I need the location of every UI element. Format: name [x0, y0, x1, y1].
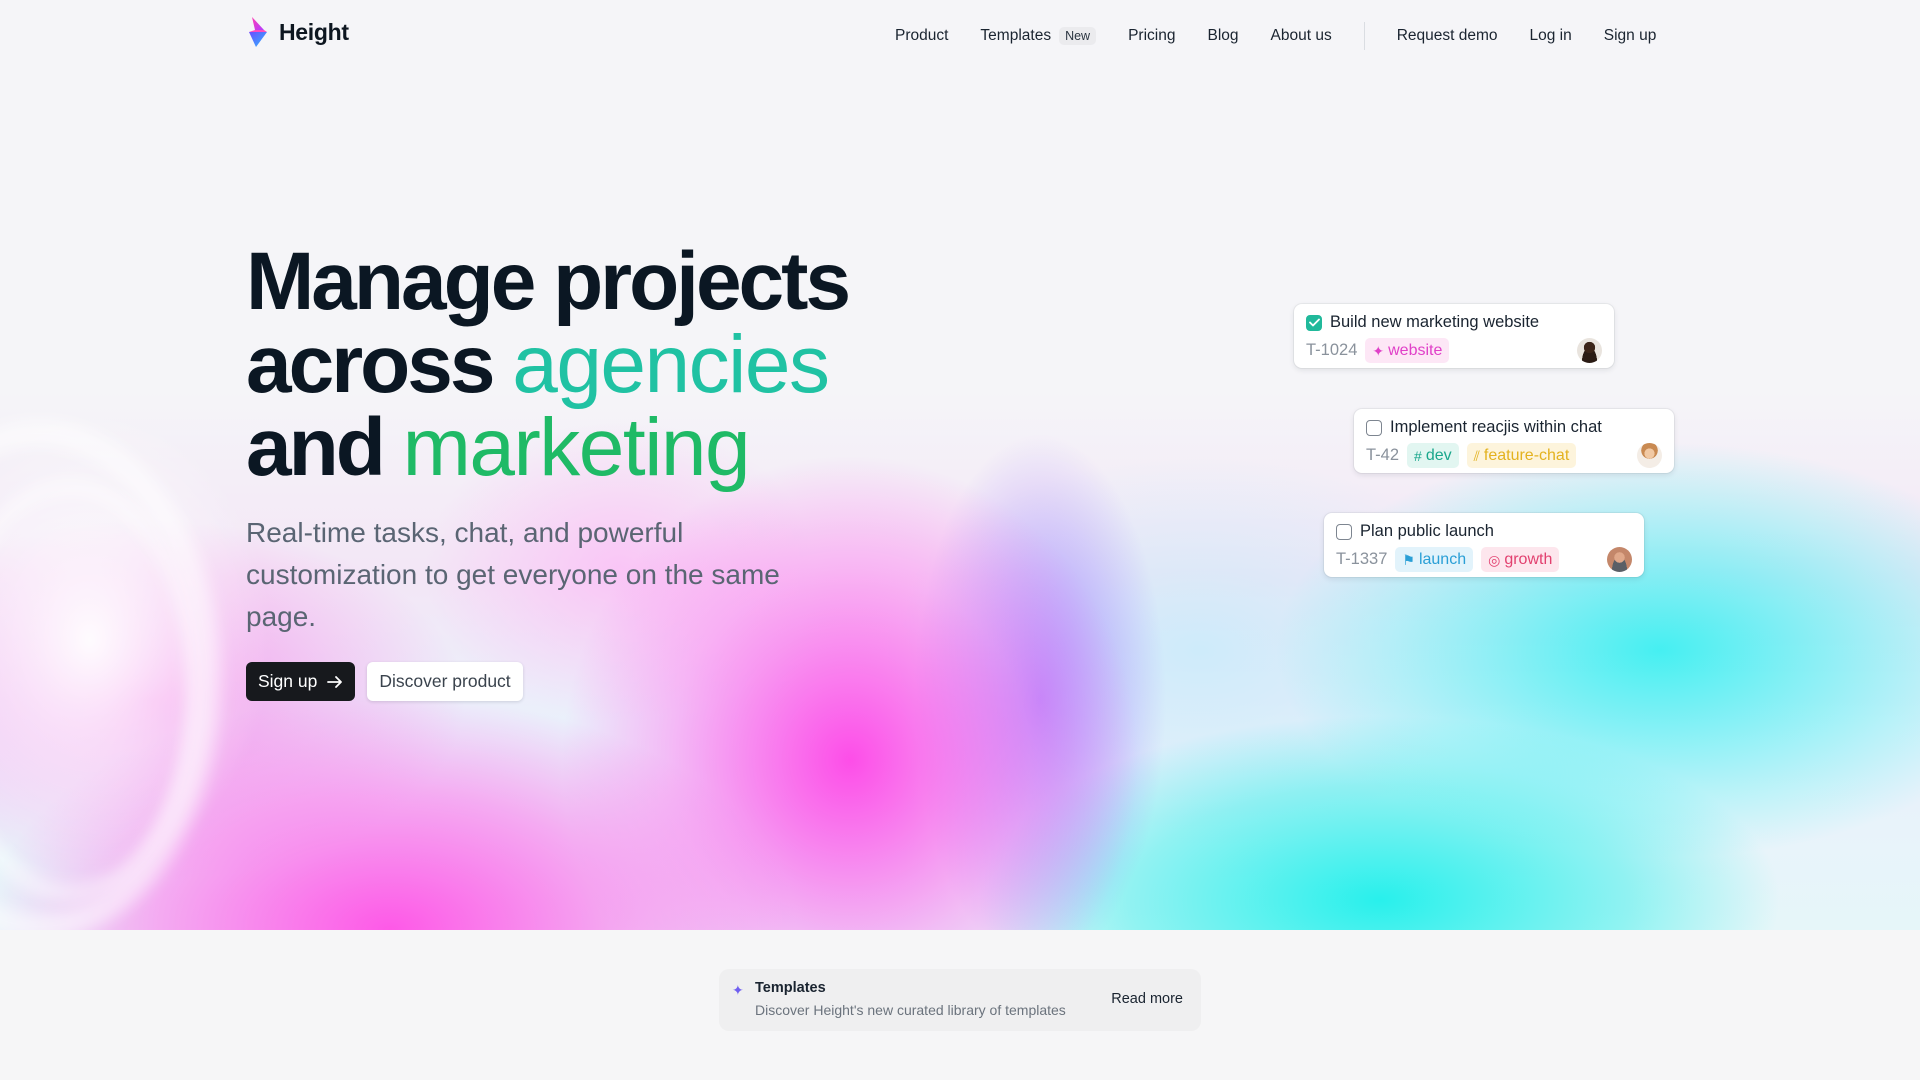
task-title: Implement reacjis within chat [1390, 418, 1602, 436]
flag-icon: ⚑ [1402, 551, 1415, 568]
nav-links: Product Templates New Pricing Blog About… [895, 22, 1656, 50]
signup-button[interactable]: Sign up [246, 662, 356, 701]
nav-request-demo-link[interactable]: Request demo [1397, 27, 1498, 45]
checkbox-checked-icon[interactable] [1306, 314, 1322, 331]
slashes-icon: ⫽ [1473, 447, 1480, 464]
banner-description: Discover Height's new curated library of… [755, 1002, 1066, 1018]
nav-pricing-link[interactable]: Pricing [1128, 27, 1175, 45]
nav-blog-link[interactable]: Blog [1207, 27, 1238, 45]
hero-section: Height Product Templates New Pricing Blo… [0, 0, 1920, 930]
arrow-right-icon [327, 675, 343, 688]
task-title: Plan public launch [1360, 522, 1494, 540]
nav-signup-link[interactable]: Sign up [1604, 27, 1657, 45]
avatar[interactable] [1637, 443, 1662, 468]
tag-label: dev [1425, 446, 1452, 464]
task-title: Build new marketing website [1330, 313, 1540, 331]
headline-word-agencies: agencies [512, 319, 830, 410]
templates-banner[interactable]: ✦ Templates Discover Height's new curate… [719, 969, 1201, 1031]
headline-line-1: Manage projects [246, 236, 851, 327]
headline-line-2: across agencies [246, 323, 848, 406]
task-meta-row: T-42 # dev ⫽ feature-chat [1366, 443, 1662, 468]
hash-icon: # [1414, 447, 1422, 464]
nav-divider [1363, 22, 1365, 50]
nav-about-link[interactable]: About us [1271, 27, 1332, 45]
nav-templates-label: Templates [980, 27, 1052, 44]
tag-label: website [1388, 341, 1443, 359]
top-navigation: Height Product Templates New Pricing Blo… [0, 0, 1920, 66]
task-id: T-1337 [1336, 550, 1388, 568]
task-meta-row: T-1024 ✦ website [1306, 338, 1602, 363]
hero-subcopy: Real-time tasks, chat, and powerful cust… [246, 517, 780, 632]
task-card[interactable]: Plan public launch T-1337 ⚑ launch ◎ gro… [1324, 513, 1644, 577]
new-badge: New [1059, 27, 1097, 45]
banner-title: Templates [755, 980, 826, 996]
discover-product-label: Discover product [379, 671, 511, 691]
task-title-row: Plan public launch [1336, 522, 1632, 541]
task-title-row: Implement reacjis within chat [1366, 418, 1662, 437]
tag-feature-chat[interactable]: ⫽ feature-chat [1466, 443, 1577, 468]
task-card[interactable]: Implement reacjis within chat T-42 # dev… [1354, 409, 1674, 473]
checkbox-icon[interactable] [1366, 419, 1382, 436]
avatar[interactable] [1577, 338, 1602, 363]
sparkle-icon: ✦ [1372, 342, 1385, 359]
tag-dev[interactable]: # dev [1407, 443, 1459, 468]
tag-growth[interactable]: ◎ growth [1481, 547, 1560, 572]
brand-name: Height [279, 18, 349, 45]
tag-label: launch [1418, 550, 1467, 568]
headline-word-and: and [246, 402, 386, 493]
tag-label: growth [1504, 550, 1553, 568]
nav-templates-link[interactable]: Templates New [980, 27, 1097, 45]
headline-word-across: across [246, 319, 495, 410]
nav-product-link[interactable]: Product [895, 27, 948, 45]
task-title-row: Build new marketing website [1306, 313, 1602, 332]
checkbox-icon[interactable] [1336, 523, 1352, 540]
tag-website[interactable]: ✦ website [1365, 338, 1450, 363]
tag-launch[interactable]: ⚑ launch [1395, 547, 1474, 572]
task-meta-row: T-1337 ⚑ launch ◎ growth [1336, 547, 1632, 572]
height-logo-icon [249, 17, 267, 47]
signup-button-label: Sign up [258, 671, 318, 691]
headline-line-3: and marketing [246, 406, 848, 489]
hero-cta-row: Sign up Discover product [246, 662, 523, 701]
target-icon: ◎ [1488, 551, 1501, 568]
discover-product-button[interactable]: Discover product [367, 662, 523, 701]
task-id: T-1024 [1306, 341, 1358, 359]
tag-label: feature-chat [1483, 446, 1570, 464]
task-id: T-42 [1366, 446, 1400, 464]
hero-headline: Manage projects across agencies and mark… [246, 236, 851, 489]
read-more-link[interactable]: Read more [1111, 991, 1183, 1007]
avatar[interactable] [1607, 547, 1632, 572]
nav-login-link[interactable]: Log in [1530, 27, 1572, 45]
brand-logo[interactable]: Height [247, 17, 349, 47]
sparkle-icon: ✦ [732, 982, 744, 998]
task-card[interactable]: Build new marketing website T-1024 ✦ web… [1294, 304, 1614, 368]
headline-word-marketing: marketing [402, 402, 751, 493]
